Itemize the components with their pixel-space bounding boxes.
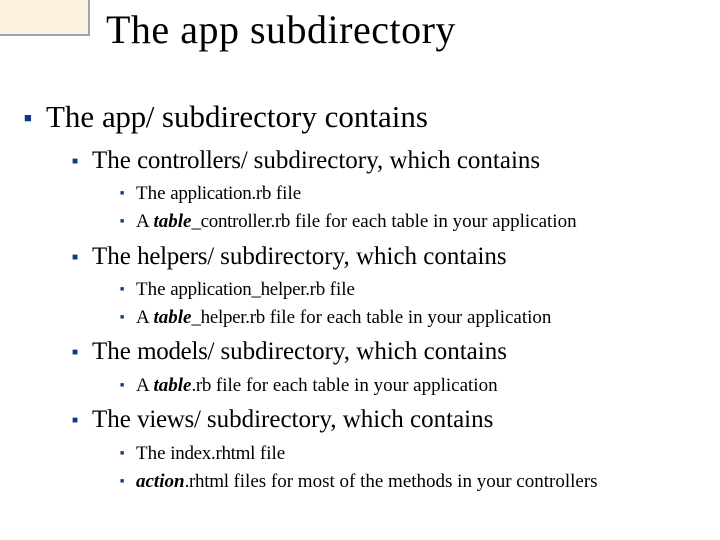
text: The: [92, 243, 137, 270]
text: file for each table in your application: [290, 211, 576, 232]
square-bullet-icon: ■: [72, 414, 78, 427]
text: files for most of the methods in your co…: [229, 471, 598, 492]
italic-text: action: [136, 471, 185, 492]
bullet-level-2: ■ The index.rhtml file: [136, 441, 686, 467]
square-bullet-icon: ■: [72, 155, 78, 168]
text: file for each table in your application: [265, 307, 551, 328]
code-text: _controller.rb: [191, 211, 290, 232]
text: subdirectory contains: [154, 99, 428, 134]
bullet-level-0: ■ The app/ subdirectory contains ■ The c…: [46, 98, 686, 494]
bullet-level-2: ■ A table_helper.rb file for each table …: [136, 305, 686, 331]
code-text: .rhtml: [185, 471, 229, 492]
square-bullet-icon: ■: [120, 285, 124, 294]
text: subdirectory, which contains: [214, 338, 507, 365]
square-bullet-icon: ■: [120, 217, 124, 226]
code-text: controllers/: [137, 147, 247, 174]
text: subdirectory, which contains: [201, 406, 494, 433]
bullet-level-1: ■ The views/ subdirectory, which contain…: [92, 404, 686, 494]
text: file: [271, 183, 301, 204]
square-bullet-icon: ■: [120, 313, 124, 322]
square-bullet-icon: ■: [72, 251, 78, 264]
bullet-level-2: ■ The application_helper.rb file: [136, 277, 686, 303]
content-area: ■ The app/ subdirectory contains ■ The c…: [46, 98, 686, 500]
code-text: views/: [137, 406, 200, 433]
text: The: [92, 147, 137, 174]
square-bullet-icon: ■: [120, 189, 124, 198]
text: The: [92, 406, 137, 433]
text: The: [136, 443, 170, 464]
text: The: [136, 183, 170, 204]
bullet-level-1: ■ The models/ subdirectory, which contai…: [92, 336, 686, 398]
slide-title: The app subdirectory: [106, 6, 456, 53]
corner-accent: [0, 0, 90, 36]
bullet-level-2: ■ action.rhtml files for most of the met…: [136, 469, 686, 495]
text: file for each table in your application: [211, 375, 497, 396]
text: file: [255, 443, 285, 464]
square-bullet-icon: ■: [120, 381, 124, 390]
code-text: _helper.rb: [191, 307, 265, 328]
square-bullet-icon: ■: [120, 449, 124, 458]
square-bullet-icon: ■: [120, 477, 124, 486]
text: The: [92, 338, 137, 365]
code-text: .rb: [191, 375, 211, 396]
italic-text: table: [153, 375, 191, 396]
italic-text: table: [153, 211, 191, 232]
code-text: helpers/: [137, 243, 214, 270]
text: The: [46, 99, 102, 134]
square-bullet-icon: ■: [24, 110, 32, 126]
bullet-level-1: ■ The helpers/ subdirectory, which conta…: [92, 241, 686, 331]
text: file: [325, 279, 355, 300]
code-text: application_helper.rb: [170, 279, 325, 300]
code-text: application.rb: [170, 183, 271, 204]
code-text: index.rhtml: [170, 443, 255, 464]
bullet-level-2: ■ A table.rb file for each table in your…: [136, 373, 686, 399]
italic-text: table: [153, 307, 191, 328]
text: A: [136, 375, 153, 396]
text: A: [136, 307, 153, 328]
text: subdirectory, which contains: [247, 147, 540, 174]
bullet-level-2: ■ A table_controller.rb file for each ta…: [136, 209, 686, 235]
bullet-level-2: ■ The application.rb file: [136, 181, 686, 207]
code-text: models/: [137, 338, 214, 365]
text: subdirectory, which contains: [214, 243, 507, 270]
text: The: [136, 279, 170, 300]
bullet-level-1: ■ The controllers/ subdirectory, which c…: [92, 145, 686, 235]
square-bullet-icon: ■: [72, 346, 78, 359]
text: A: [136, 211, 153, 232]
code-text: app/: [102, 99, 154, 134]
